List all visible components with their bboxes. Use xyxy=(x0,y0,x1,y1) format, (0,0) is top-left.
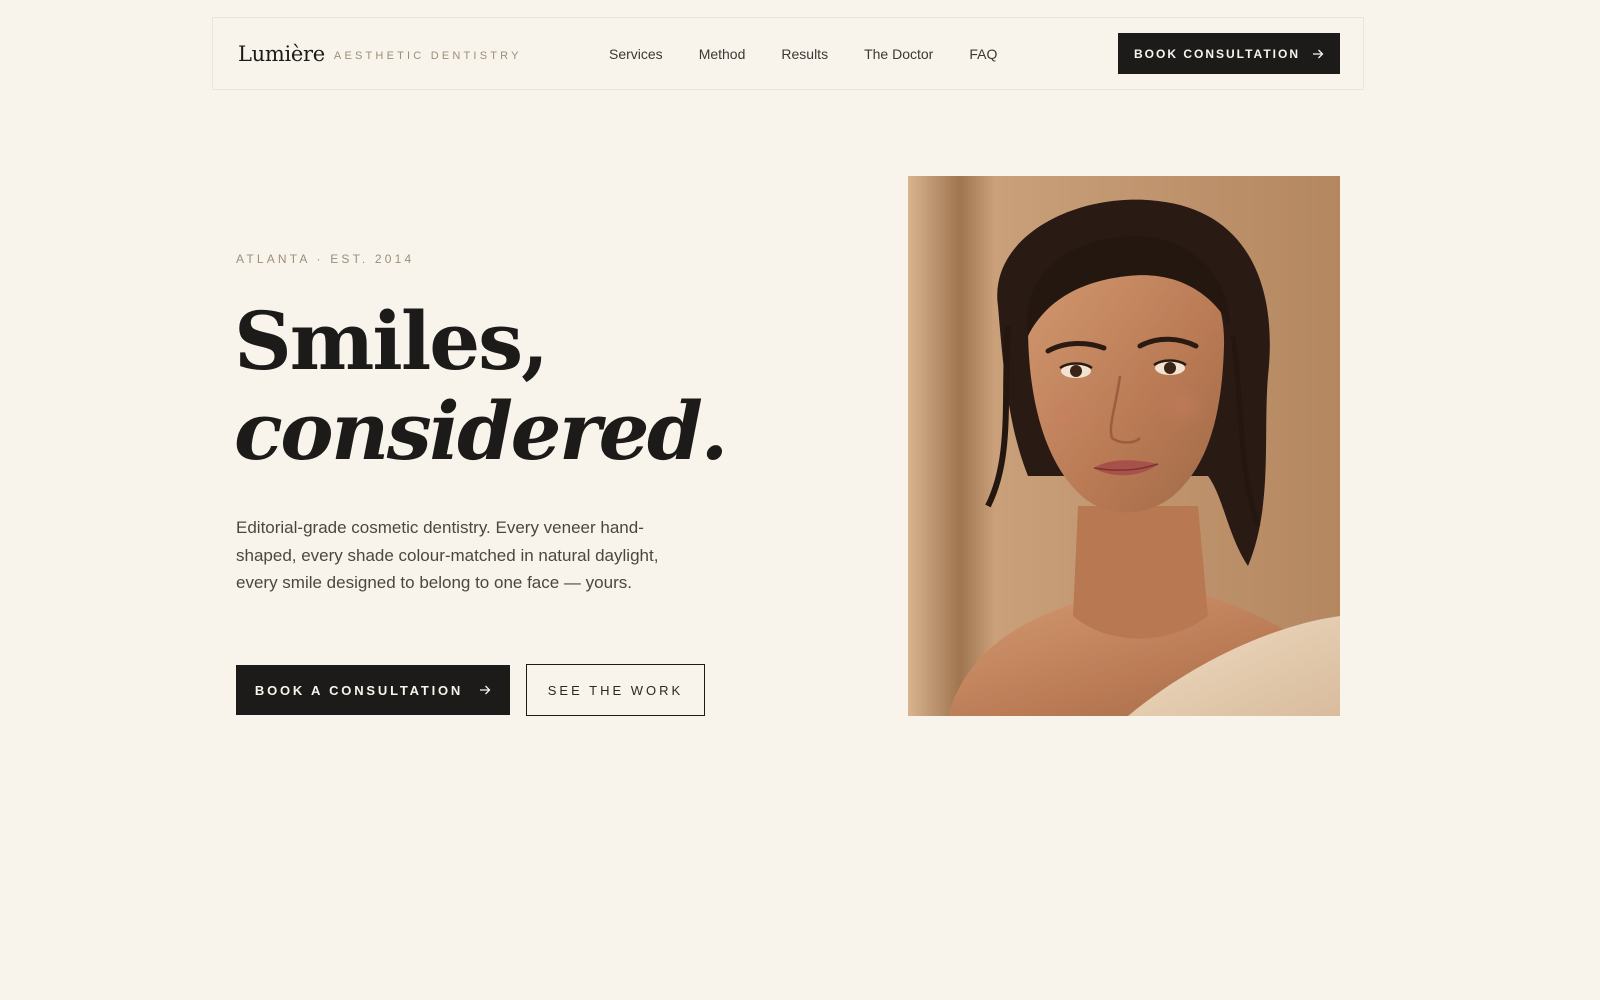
brand-name: Lumière xyxy=(238,41,325,66)
brand-tagline: AESTHETIC DENTISTRY xyxy=(333,49,522,62)
headline-line-1: Smiles, xyxy=(234,294,549,388)
hero-headline: Smiles, considered. xyxy=(234,294,728,478)
brand-logo[interactable]: Lumière AESTHETIC DENTISTRY xyxy=(238,18,522,89)
arrow-right-icon xyxy=(479,684,491,696)
hero-eyebrow: ATLANTA · EST. 2014 xyxy=(236,252,415,266)
book-consultation-button[interactable]: BOOK CONSULTATION xyxy=(1118,33,1340,74)
nav-link-faq[interactable]: FAQ xyxy=(969,46,997,62)
book-consultation-label: BOOK CONSULTATION xyxy=(1134,46,1300,61)
book-a-consultation-button[interactable]: BOOK A CONSULTATION xyxy=(236,665,510,715)
top-navigation: Lumière AESTHETIC DENTISTRY Services Met… xyxy=(212,17,1364,90)
headline-line-2: considered. xyxy=(234,384,728,478)
portrait-illustration xyxy=(908,176,1340,716)
hero-portrait-image xyxy=(908,176,1340,716)
nav-link-results[interactable]: Results xyxy=(781,46,828,62)
nav-link-services[interactable]: Services xyxy=(609,46,663,62)
see-the-work-button[interactable]: SEE THE WORK xyxy=(526,664,705,716)
hero-description: Editorial-grade cosmetic dentistry. Ever… xyxy=(236,518,659,592)
main-menu: Services Method Results The Doctor FAQ xyxy=(609,18,997,89)
nav-link-the-doctor[interactable]: The Doctor xyxy=(864,46,933,62)
see-the-work-label: SEE THE WORK xyxy=(547,682,684,698)
nav-link-method[interactable]: Method xyxy=(699,46,746,62)
arrow-right-icon xyxy=(1312,48,1324,60)
book-a-consultation-label: BOOK A CONSULTATION xyxy=(254,682,464,698)
